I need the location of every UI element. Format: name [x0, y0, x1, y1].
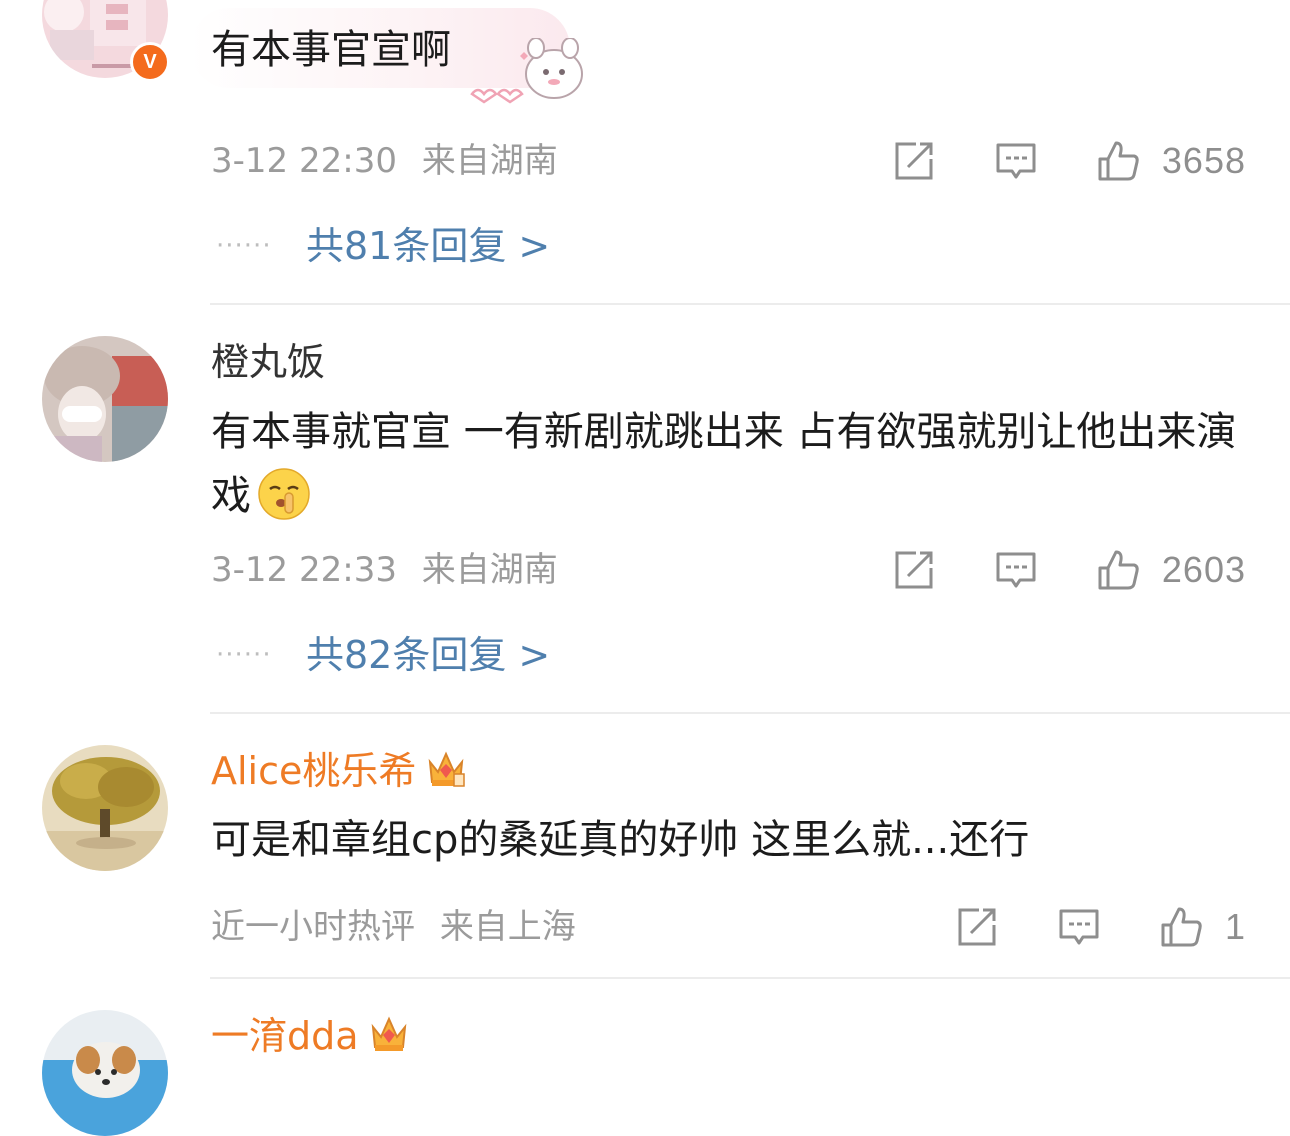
verified-badge: V	[130, 42, 170, 82]
avatar[interactable]	[42, 745, 168, 871]
replies-dots: ······	[216, 640, 272, 670]
username[interactable]: 橙丸饭	[211, 336, 325, 388]
repost-icon[interactable]	[892, 139, 936, 183]
username-text: 一淯dda	[211, 1014, 359, 1058]
comment-actions: 1	[897, 902, 1246, 952]
repost-icon[interactable]	[955, 905, 999, 949]
username[interactable]: Alice桃乐希	[211, 745, 468, 797]
divider	[210, 977, 1290, 979]
username[interactable]: 一淯dda	[211, 1010, 411, 1062]
view-replies-link[interactable]: 共81条回复 >	[306, 220, 550, 272]
comment-meta: 3-12 22:33 来自湖南	[211, 548, 558, 592]
comment-meta: 近一小时热评 来自上海	[211, 905, 576, 949]
avatar[interactable]	[42, 1010, 168, 1136]
comment-text-content: 有本事就官宣 一有新剧就跳出来 占有欲强就别让他出来演戏	[211, 409, 1237, 519]
like-icon[interactable]	[1159, 905, 1203, 949]
comment-icon[interactable]	[994, 548, 1038, 592]
like-icon[interactable]	[1096, 139, 1140, 183]
like-count: 3658	[1161, 140, 1246, 181]
divider	[210, 303, 1290, 305]
comment-meta: 3-12 22:30 来自湖南	[211, 139, 558, 183]
like-count: 1	[1224, 906, 1246, 947]
crown-icon	[424, 746, 468, 790]
comment-location: 来自湖南	[421, 141, 558, 181]
divider	[210, 712, 1290, 714]
username-text: Alice桃乐希	[211, 749, 417, 793]
comment-icon[interactable]	[1057, 905, 1101, 949]
comment-location: 来自湖南	[421, 550, 558, 590]
replies-row: ······ 共82条回复 >	[216, 629, 550, 681]
shush-face-emoji	[257, 467, 311, 521]
comment-time: 近一小时热评	[211, 907, 415, 947]
comment-time: 3-12 22:30	[211, 141, 397, 181]
comment-text: 有本事就官宣 一有新剧就跳出来 占有欲强就别让他出来演戏	[211, 400, 1251, 528]
repost-icon[interactable]	[892, 548, 936, 592]
comment-icon[interactable]	[994, 139, 1038, 183]
crown-icon	[367, 1011, 411, 1055]
avatar[interactable]	[42, 336, 168, 462]
comment-location: 来自上海	[439, 907, 576, 947]
comment-actions: 2603	[834, 545, 1246, 595]
comment-time: 3-12 22:33	[211, 550, 397, 590]
comment-actions: 3658	[834, 136, 1246, 186]
comment-text: 有本事官宣啊	[211, 27, 451, 73]
comment-text: 可是和章组cp的桑延真的好帅 这里么就...还行	[211, 817, 1030, 863]
like-icon[interactable]	[1096, 548, 1140, 592]
replies-dots: ······	[216, 231, 272, 261]
view-replies-link[interactable]: 共82条回复 >	[306, 629, 550, 681]
replies-row: ······ 共81条回复 >	[216, 220, 550, 272]
like-count: 2603	[1161, 549, 1246, 590]
